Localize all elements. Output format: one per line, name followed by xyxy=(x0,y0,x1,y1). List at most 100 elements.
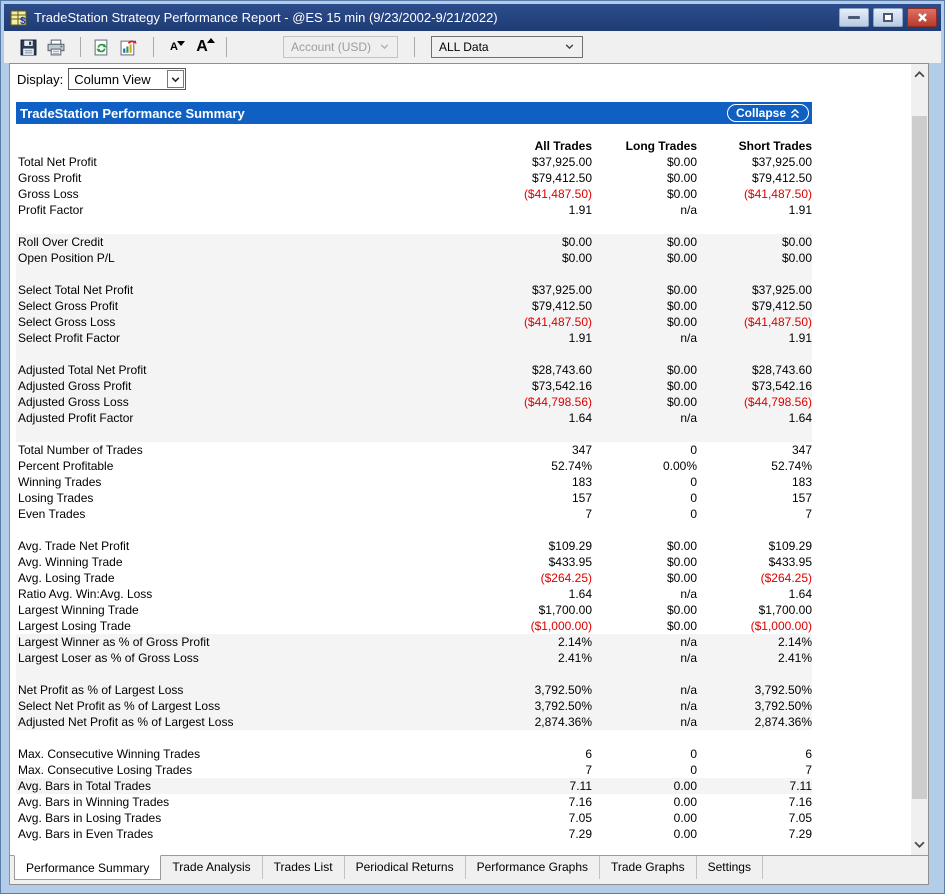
row-value: 1.64 xyxy=(697,410,812,426)
tab-trades-list[interactable]: Trades List xyxy=(263,856,345,879)
row-label: Select Gross Profit xyxy=(16,298,402,314)
table-row: Select Net Profit as % of Largest Loss3,… xyxy=(16,698,812,714)
minimize-button[interactable] xyxy=(839,8,869,27)
chevron-up-icon xyxy=(914,70,925,79)
close-icon xyxy=(917,12,928,23)
restore-icon xyxy=(883,13,893,22)
client-area: Display: Column View TradeStation Perfor… xyxy=(9,63,929,885)
row-value: 0.00 xyxy=(592,778,697,794)
table-row: Losing Trades1570157 xyxy=(16,490,812,506)
row-label: Adjusted Profit Factor xyxy=(16,410,402,426)
format-report-button[interactable] xyxy=(117,35,141,59)
toolbar-separator xyxy=(80,37,81,57)
row-label: Winning Trades xyxy=(16,474,402,490)
vertical-scrollbar[interactable] xyxy=(911,64,928,855)
save-button[interactable] xyxy=(16,35,40,59)
display-label: Display: xyxy=(17,72,63,87)
app-icon: $ xyxy=(10,10,28,26)
row-value: $1,700.00 xyxy=(402,602,592,618)
column-header-long-trades: Long Trades xyxy=(592,138,697,154)
row-label: Avg. Bars in Total Trades xyxy=(16,778,402,794)
row-value: $0.00 xyxy=(592,154,697,170)
row-value: 7.11 xyxy=(402,778,592,794)
row-value: 0 xyxy=(592,506,697,522)
row-value: 7.16 xyxy=(697,794,812,810)
table-row: Avg. Winning Trade$433.95$0.00$433.95 xyxy=(16,554,812,570)
row-value: $79,412.50 xyxy=(402,170,592,186)
table-row: Select Gross Loss($41,487.50)$0.00($41,4… xyxy=(16,314,812,330)
row-value: $0.00 xyxy=(592,186,697,202)
table-row: Avg. Bars in Losing Trades7.050.007.05 xyxy=(16,810,812,826)
row-label: Losing Trades xyxy=(16,490,402,506)
row-value: 7.16 xyxy=(402,794,592,810)
row-value: 0.00 xyxy=(592,826,697,842)
close-button[interactable] xyxy=(907,8,937,27)
scrollbar-thumb[interactable] xyxy=(912,116,927,799)
account-select-value: Account (USD) xyxy=(291,40,371,54)
table-spacer-row xyxy=(16,426,812,442)
scroll-down-button[interactable] xyxy=(911,836,928,853)
display-view-select[interactable]: Column View xyxy=(68,68,186,90)
table-header-row: All Trades Long Trades Short Trades xyxy=(16,138,812,154)
scroll-up-button[interactable] xyxy=(911,66,928,83)
print-button[interactable] xyxy=(44,35,68,59)
decrease-font-button[interactable]: A xyxy=(162,35,186,59)
row-value: $79,412.50 xyxy=(697,298,812,314)
row-value: 0.00% xyxy=(592,458,697,474)
row-label: Percent Profitable xyxy=(16,458,402,474)
collapse-chevrons-icon xyxy=(790,108,800,119)
row-value: 52.74% xyxy=(697,458,812,474)
increase-font-button[interactable]: A xyxy=(190,35,214,59)
row-value: $0.00 xyxy=(592,618,697,634)
row-value: 0 xyxy=(592,442,697,458)
row-value: 52.74% xyxy=(402,458,592,474)
table-row: Adjusted Gross Loss($44,798.56)$0.00($44… xyxy=(16,394,812,410)
row-value: 6 xyxy=(697,746,812,762)
tab-performance-summary[interactable]: Performance Summary xyxy=(14,855,161,880)
increase-font-icon: A xyxy=(196,38,208,56)
table-row: Max. Consecutive Losing Trades707 xyxy=(16,762,812,778)
row-value: $28,743.60 xyxy=(402,362,592,378)
row-value: ($264.25) xyxy=(697,570,812,586)
tab-settings[interactable]: Settings xyxy=(697,856,763,879)
tab-trade-graphs[interactable]: Trade Graphs xyxy=(600,856,697,879)
row-value: ($41,487.50) xyxy=(402,186,592,202)
row-label: Largest Losing Trade xyxy=(16,618,402,634)
row-value: $0.00 xyxy=(592,570,697,586)
table-spacer-row xyxy=(16,218,812,234)
restore-button[interactable] xyxy=(873,8,903,27)
row-value: 7.05 xyxy=(697,810,812,826)
row-value: n/a xyxy=(592,682,697,698)
refresh-report-button[interactable] xyxy=(89,35,113,59)
row-value: ($44,798.56) xyxy=(697,394,812,410)
row-value: ($41,487.50) xyxy=(697,314,812,330)
row-label: Select Gross Loss xyxy=(16,314,402,330)
data-range-select[interactable]: ALL Data xyxy=(431,36,583,58)
row-value: $0.00 xyxy=(697,250,812,266)
toolbar: A A Account (USD) ALL Data xyxy=(4,31,941,63)
row-value: 1.64 xyxy=(402,410,592,426)
minimize-icon xyxy=(848,16,860,19)
decrease-font-icon: A xyxy=(170,41,178,53)
chevron-down-icon xyxy=(167,70,184,88)
table-row: Avg. Losing Trade($264.25)$0.00($264.25) xyxy=(16,570,812,586)
row-value: 7 xyxy=(697,762,812,778)
column-header-all-trades: All Trades xyxy=(402,138,592,154)
row-label: Avg. Losing Trade xyxy=(16,570,402,586)
row-value: $37,925.00 xyxy=(402,154,592,170)
collapse-button[interactable]: Collapse xyxy=(727,104,809,122)
row-value: $433.95 xyxy=(697,554,812,570)
tab-performance-graphs[interactable]: Performance Graphs xyxy=(466,856,600,879)
data-range-select-value: ALL Data xyxy=(439,40,489,54)
account-select[interactable]: Account (USD) xyxy=(283,36,398,58)
row-label: Adjusted Total Net Profit xyxy=(16,362,402,378)
table-row: Avg. Trade Net Profit$109.29$0.00$109.29 xyxy=(16,538,812,554)
tab-trade-analysis[interactable]: Trade Analysis xyxy=(161,856,262,879)
tab-periodical-returns[interactable]: Periodical Returns xyxy=(345,856,466,879)
row-label: Avg. Bars in Losing Trades xyxy=(16,810,402,826)
row-value: 7.29 xyxy=(402,826,592,842)
row-label: Avg. Bars in Winning Trades xyxy=(16,794,402,810)
table-row: Even Trades707 xyxy=(16,506,812,522)
row-value: 6 xyxy=(402,746,592,762)
row-value: $37,925.00 xyxy=(697,282,812,298)
